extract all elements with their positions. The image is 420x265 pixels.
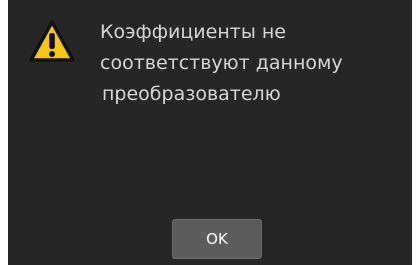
alert-message: Коэффициенты не соответствуют данному пр…	[100, 17, 400, 110]
message-line: соответствуют данному	[100, 52, 343, 74]
ok-button[interactable]: OK	[172, 219, 262, 259]
ok-button-label: OK	[206, 230, 228, 248]
message-line: преобразователю	[102, 83, 281, 105]
message-line: Коэффициенты не	[100, 21, 286, 43]
warning-icon	[28, 19, 76, 63]
alert-dialog: Коэффициенты не соответствуют данному пр…	[8, 0, 412, 265]
